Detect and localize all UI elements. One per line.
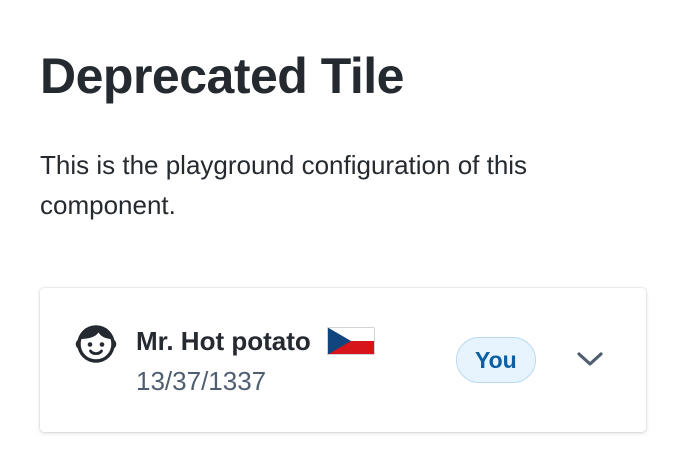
- page-title: Deprecated Tile: [40, 48, 404, 104]
- deprecated-tile[interactable]: Mr. Hot potato 13/37/1337 You: [40, 288, 646, 432]
- tile-title-row: Mr. Hot potato: [136, 322, 375, 360]
- passenger-face-icon: [74, 322, 118, 366]
- czech-flag-icon: [326, 327, 375, 355]
- page-description: This is the playground configuration of …: [40, 150, 528, 220]
- tile-title: Mr. Hot potato: [136, 326, 311, 356]
- chevron-down-icon[interactable]: [574, 343, 606, 375]
- tile-content: Mr. Hot potato 13/37/1337: [136, 322, 375, 400]
- page: Deprecated Tile This is the playground c…: [0, 0, 686, 472]
- tile-subtitle: 13/37/1337: [136, 366, 267, 396]
- you-badge: You: [456, 337, 536, 383]
